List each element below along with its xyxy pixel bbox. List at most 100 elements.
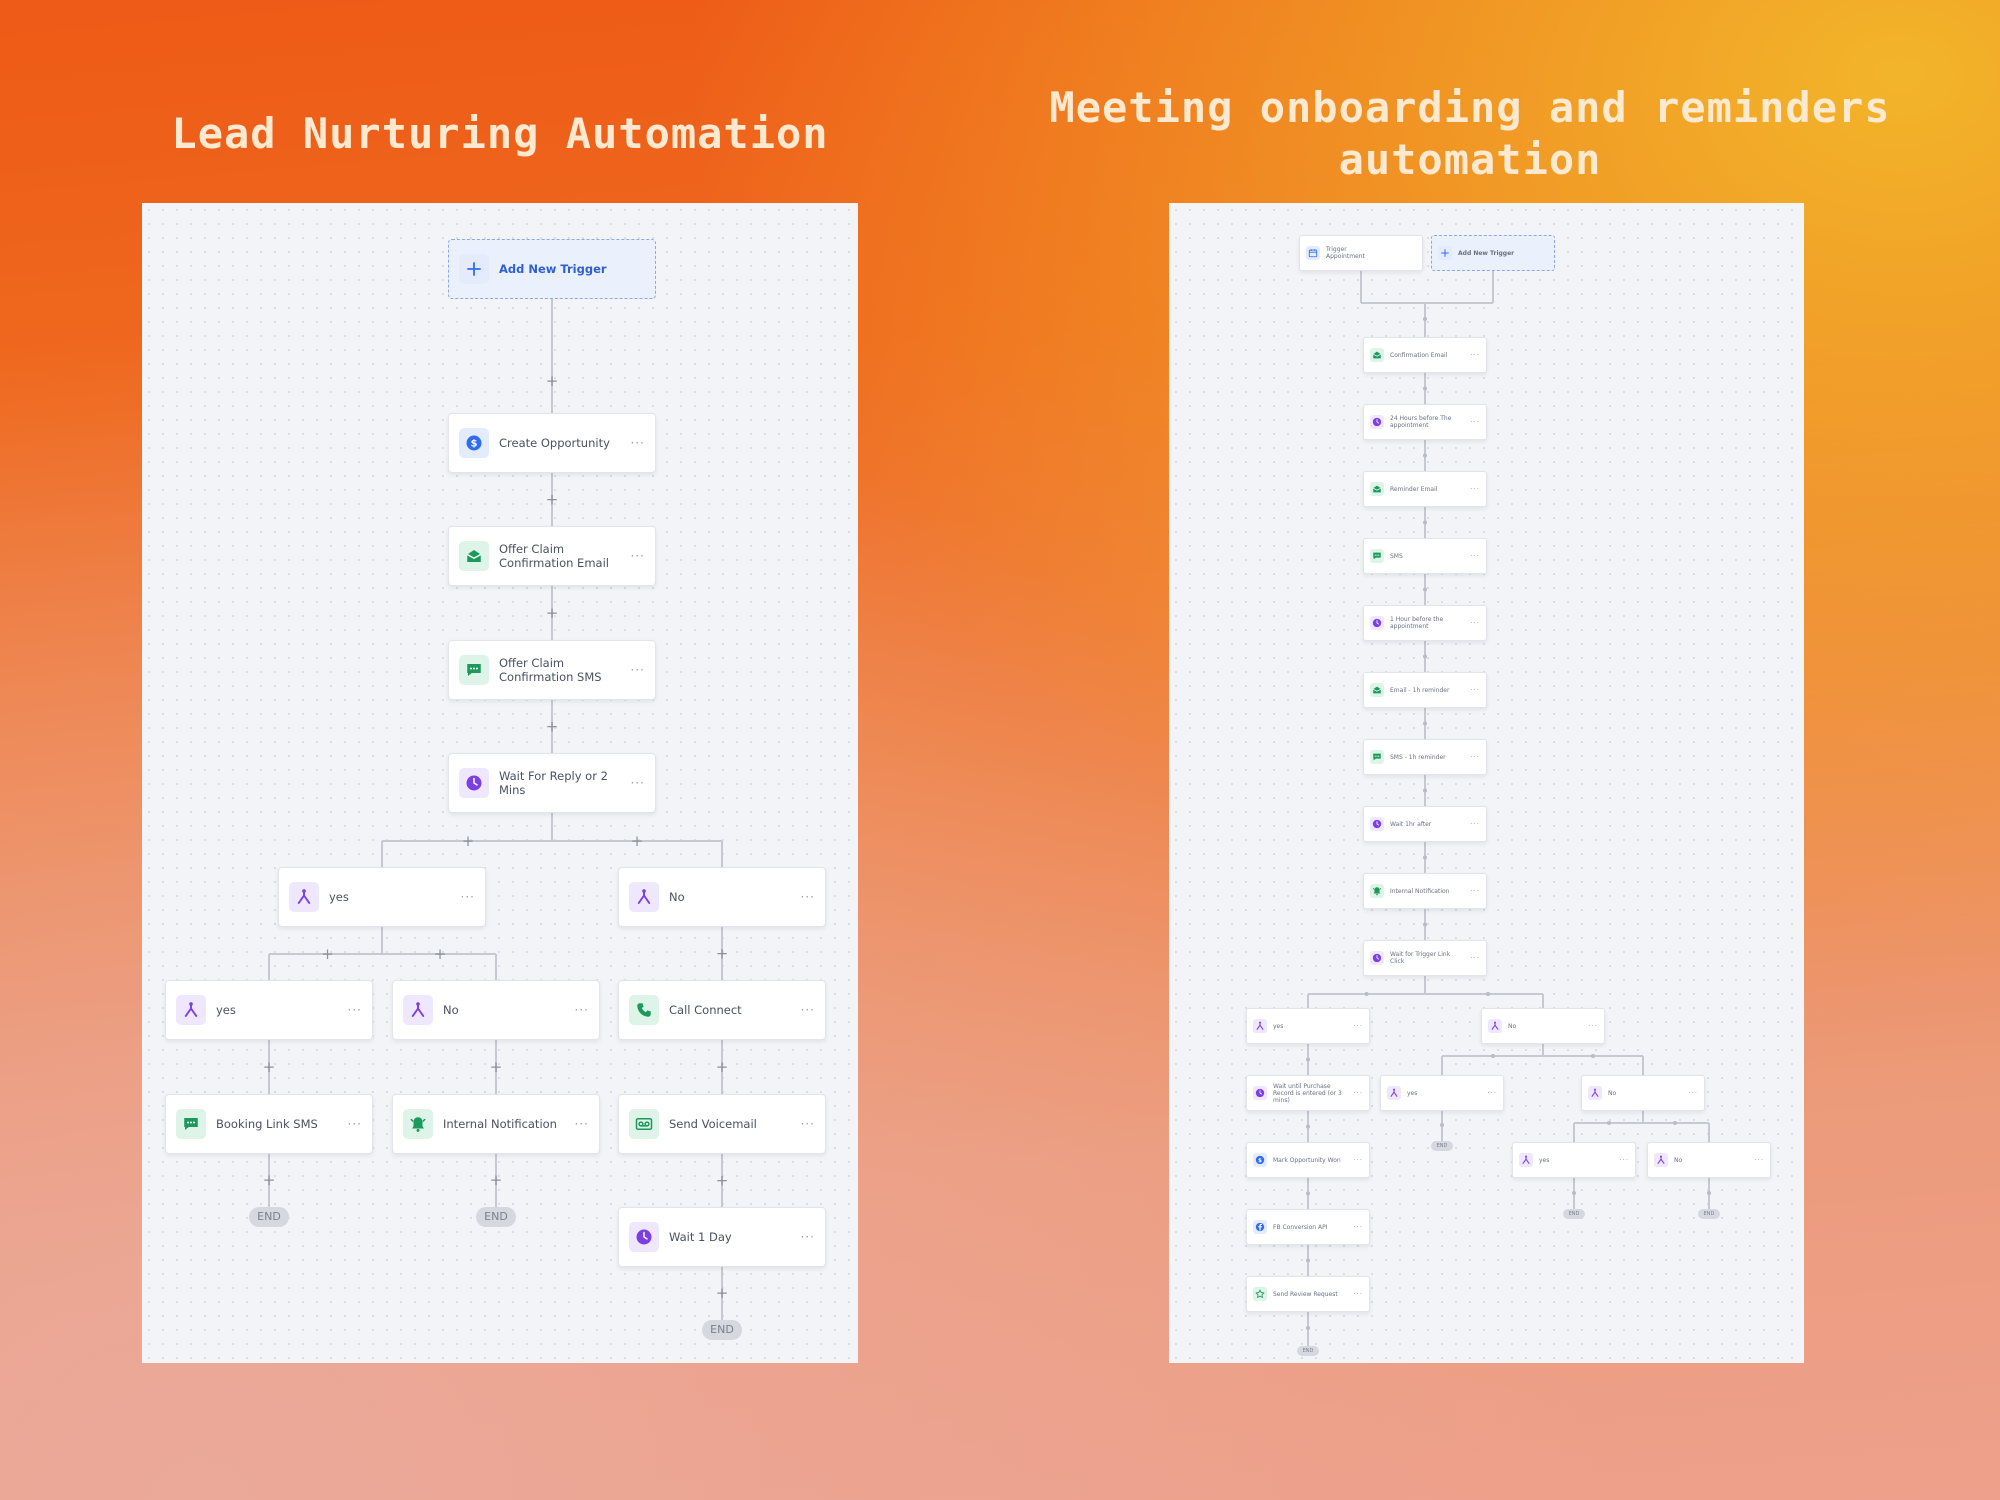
node-h24-before[interactable]: 24 Hours before The appointment ··· bbox=[1363, 404, 1487, 440]
more-options-icon[interactable]: ··· bbox=[348, 1003, 362, 1017]
node-yes-a-label: yes bbox=[1273, 1022, 1284, 1030]
more-options-icon[interactable]: ··· bbox=[1353, 1089, 1363, 1097]
node-reminder-email[interactable]: Reminder Email ··· bbox=[1363, 471, 1487, 507]
node-sms-reminder[interactable]: SMS - 1h reminder ··· bbox=[1363, 739, 1487, 775]
more-options-icon[interactable]: ··· bbox=[1470, 418, 1480, 426]
more-options-icon[interactable]: ··· bbox=[631, 436, 645, 450]
sms-icon bbox=[459, 655, 489, 685]
add-step-plus: + bbox=[546, 604, 559, 622]
node-fb-conversion[interactable]: FB Conversion API ··· bbox=[1246, 1209, 1370, 1245]
more-options-icon[interactable]: ··· bbox=[1619, 1156, 1629, 1164]
more-options-icon[interactable]: ··· bbox=[1470, 686, 1480, 694]
email-icon bbox=[1370, 683, 1384, 697]
branch-icon bbox=[1488, 1019, 1502, 1033]
node-no-1[interactable]: No ··· bbox=[618, 867, 826, 927]
more-options-icon[interactable]: ··· bbox=[575, 1117, 589, 1131]
clock-icon bbox=[1370, 951, 1384, 965]
more-options-icon[interactable]: ··· bbox=[1470, 753, 1480, 761]
node-create-opportunity[interactable]: $ Create Opportunity ··· bbox=[448, 413, 656, 473]
node-internal-notification[interactable]: Internal Notification ··· bbox=[392, 1094, 600, 1154]
add-step-dot bbox=[1306, 1258, 1310, 1263]
more-options-icon[interactable]: ··· bbox=[631, 663, 645, 677]
node-yes-b[interactable]: yes ··· bbox=[1380, 1075, 1504, 1111]
more-options-icon[interactable]: ··· bbox=[1487, 1089, 1497, 1097]
node-booking-sms[interactable]: Booking Link SMS ··· bbox=[165, 1094, 373, 1154]
more-options-icon[interactable]: ··· bbox=[1470, 552, 1480, 560]
clock-icon bbox=[1370, 817, 1384, 831]
lead-nurturing-workflow-canvas: + + + + + + + + + + + + + + + + Add New Trigger $ Create O… bbox=[142, 203, 858, 1363]
add-new-trigger-button[interactable]: Add New Trigger bbox=[448, 239, 656, 299]
node-yes-c[interactable]: yes ··· bbox=[1512, 1142, 1636, 1178]
node-mark-won[interactable]: $ Mark Opportunity Won ··· bbox=[1246, 1142, 1370, 1178]
node-yes-b-label: yes bbox=[1407, 1089, 1418, 1097]
more-options-icon[interactable]: ··· bbox=[1470, 887, 1480, 895]
add-step-dot bbox=[1423, 654, 1427, 659]
more-options-icon[interactable]: ··· bbox=[801, 890, 815, 904]
more-options-icon[interactable]: ··· bbox=[1470, 351, 1480, 359]
add-step-dot bbox=[1306, 1057, 1310, 1062]
node-no-a[interactable]: No ··· bbox=[1481, 1008, 1605, 1044]
node-yes-1[interactable]: yes ··· bbox=[278, 867, 486, 927]
branch-icon bbox=[629, 882, 659, 912]
more-options-icon[interactable]: ··· bbox=[801, 1117, 815, 1131]
node-wait-trigger-link[interactable]: Wait for Trigger Link Click ··· bbox=[1363, 940, 1487, 976]
more-options-icon[interactable]: ··· bbox=[631, 549, 645, 563]
more-options-icon[interactable]: ··· bbox=[575, 1003, 589, 1017]
node-wait-after-label: Wait 1hr after bbox=[1390, 820, 1432, 828]
node-h1-before[interactable]: 1 Hour before the appointment ··· bbox=[1363, 605, 1487, 641]
node-email-reminder-label: Email - 1h reminder bbox=[1390, 686, 1450, 694]
node-send-voicemail[interactable]: Send Voicemail ··· bbox=[618, 1094, 826, 1154]
branch-icon bbox=[1588, 1086, 1602, 1100]
node-wait-1-day-label: Wait 1 Day bbox=[669, 1230, 732, 1244]
node-no-c[interactable]: No ··· bbox=[1647, 1142, 1771, 1178]
node-wait-1-day[interactable]: Wait 1 Day ··· bbox=[618, 1207, 826, 1267]
more-options-icon[interactable]: ··· bbox=[1353, 1156, 1363, 1164]
more-options-icon[interactable]: ··· bbox=[1353, 1290, 1363, 1298]
more-options-icon[interactable]: ··· bbox=[1470, 820, 1480, 828]
add-new-trigger-button-label: Add New Trigger bbox=[1458, 249, 1515, 257]
node-send-voicemail-label: Send Voicemail bbox=[669, 1117, 757, 1131]
node-wait-after[interactable]: Wait 1hr after ··· bbox=[1363, 806, 1487, 842]
node-confirmation-email[interactable]: Confirmation Email ··· bbox=[1363, 337, 1487, 373]
more-options-icon[interactable]: ··· bbox=[1470, 619, 1480, 627]
branch-icon bbox=[1387, 1086, 1401, 1100]
add-step-dot bbox=[1306, 1326, 1310, 1330]
more-options-icon[interactable]: ··· bbox=[801, 1003, 815, 1017]
node-offer-email[interactable]: Offer Claim Confirmation Email ··· bbox=[448, 526, 656, 586]
more-options-icon[interactable]: ··· bbox=[1688, 1089, 1698, 1097]
clock-icon bbox=[459, 768, 489, 798]
more-options-icon[interactable]: ··· bbox=[1353, 1022, 1363, 1030]
node-yes-a[interactable]: yes ··· bbox=[1246, 1008, 1370, 1044]
node-fb-conversion-label: FB Conversion API bbox=[1273, 1223, 1328, 1231]
node-reminder-email-label: Reminder Email bbox=[1390, 485, 1438, 493]
dollar-icon: $ bbox=[1253, 1153, 1267, 1167]
node-wait-reply[interactable]: Wait For Reply or 2 Mins ··· bbox=[448, 753, 656, 813]
node-wait-purchase[interactable]: Wait until Purchase Record is entered (o… bbox=[1246, 1075, 1370, 1111]
trigger-appointment[interactable]: Trigger Appointment bbox=[1299, 235, 1423, 271]
more-options-icon[interactable]: ··· bbox=[1470, 954, 1480, 962]
more-options-icon[interactable]: ··· bbox=[1353, 1223, 1363, 1231]
more-options-icon[interactable]: ··· bbox=[1754, 1156, 1764, 1164]
node-yes-2[interactable]: yes ··· bbox=[165, 980, 373, 1040]
more-options-icon[interactable]: ··· bbox=[801, 1230, 815, 1244]
more-options-icon[interactable]: ··· bbox=[348, 1117, 362, 1131]
add-step-dot bbox=[1306, 1191, 1310, 1196]
node-call-connect[interactable]: Call Connect ··· bbox=[618, 980, 826, 1040]
node-wait-trigger-link-label: Wait for Trigger Link Click bbox=[1390, 951, 1451, 965]
more-options-icon[interactable]: ··· bbox=[461, 890, 475, 904]
sms-icon bbox=[1370, 549, 1384, 563]
node-internal-notification[interactable]: Internal Notification ··· bbox=[1363, 873, 1487, 909]
more-options-icon[interactable]: ··· bbox=[1588, 1022, 1598, 1030]
more-options-icon[interactable]: ··· bbox=[631, 776, 645, 790]
more-options-icon[interactable]: ··· bbox=[1470, 485, 1480, 493]
add-new-trigger-button[interactable]: Add New Trigger bbox=[1431, 235, 1555, 271]
node-review-request[interactable]: Send Review Request ··· bbox=[1246, 1276, 1370, 1312]
node-no-b[interactable]: No ··· bbox=[1581, 1075, 1705, 1111]
end-marker: END bbox=[1563, 1209, 1585, 1219]
bell-icon bbox=[1370, 884, 1384, 898]
node-sms[interactable]: SMS ··· bbox=[1363, 538, 1487, 574]
node-email-reminder[interactable]: Email - 1h reminder ··· bbox=[1363, 672, 1487, 708]
node-no-2[interactable]: No ··· bbox=[392, 980, 600, 1040]
meeting-reminders-workflow-canvas: Trigger Appointment Add New Trigger Confirm… bbox=[1169, 203, 1804, 1363]
node-offer-sms[interactable]: Offer Claim Confirmation SMS ··· bbox=[448, 640, 656, 700]
